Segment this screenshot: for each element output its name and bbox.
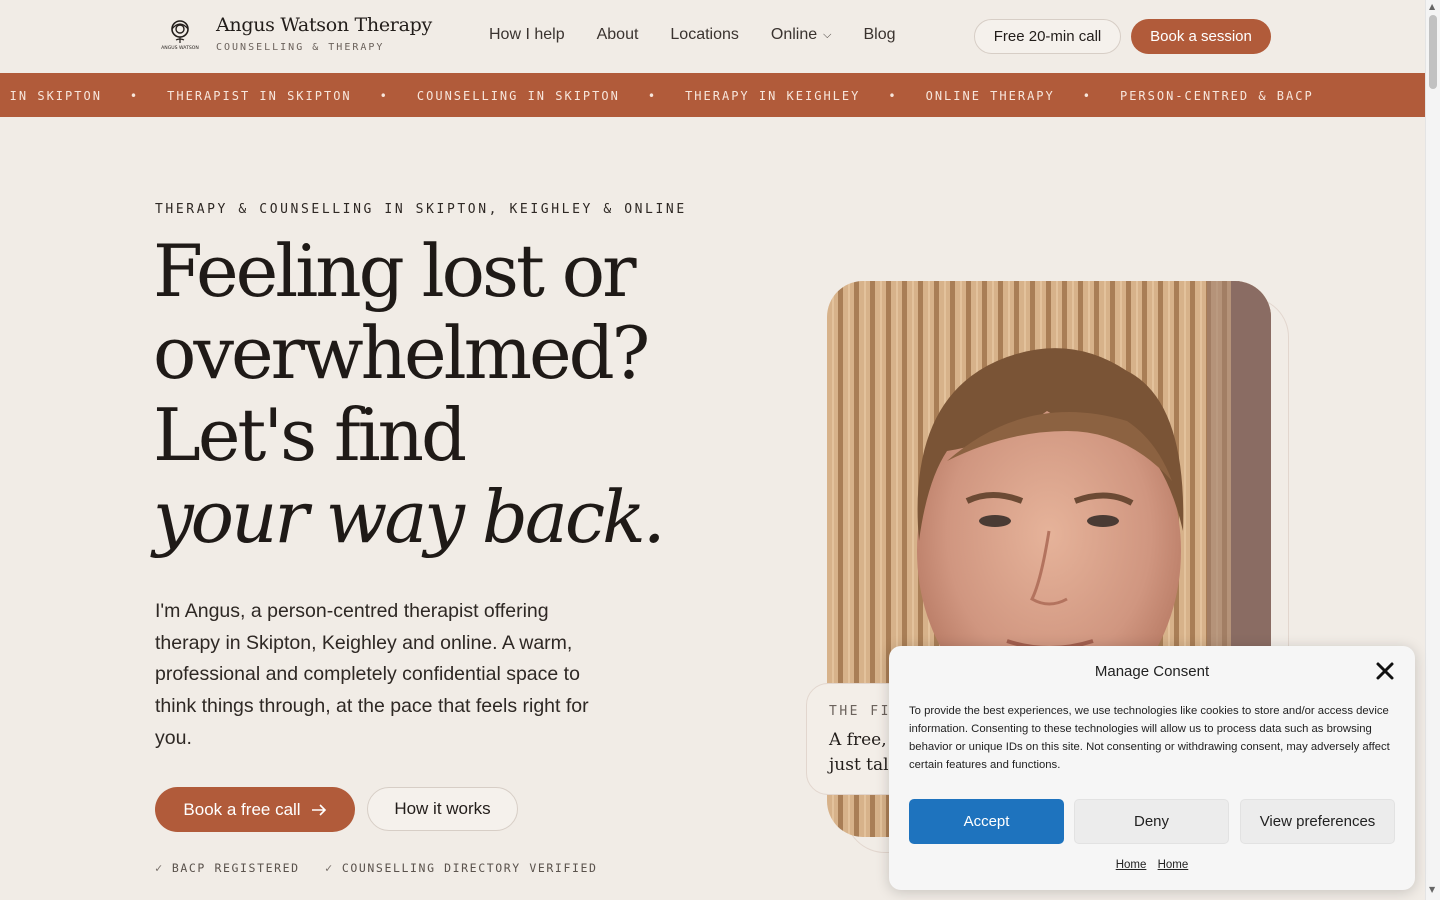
main-nav: How I help About Locations Online ⌵ Blog: [489, 26, 896, 44]
arrow-right-icon: [311, 803, 326, 816]
close-icon[interactable]: [1375, 661, 1395, 681]
intro-call-label: THE FI: [829, 704, 891, 719]
site-header: ANGUS WATSON Angus Watson Therapy COUNSE…: [0, 0, 1425, 73]
free-call-button[interactable]: Free 20-min call: [974, 19, 1121, 54]
marquee-item: PY IN SKIPTON: [0, 89, 102, 103]
marquee-separator: •: [888, 89, 898, 103]
page-scrollbar[interactable]: ▲ ▼: [1425, 0, 1440, 900]
marquee-separator: •: [129, 89, 140, 103]
scrollbar-thumb[interactable]: [1429, 15, 1437, 89]
consent-preferences-button[interactable]: View preferences: [1240, 799, 1395, 844]
consent-title: Manage Consent: [1094, 663, 1210, 680]
trust-badge-bacp: ✓ BACP REGISTERED: [155, 861, 300, 875]
nav-item-online-label: Online: [770, 26, 818, 43]
headline-line: Feeling lost or: [153, 229, 637, 313]
book-free-call-button[interactable]: Book a free call: [155, 787, 355, 832]
headline-line: Let's find: [153, 393, 467, 477]
marquee-separator: •: [1082, 89, 1092, 103]
nav-item-about[interactable]: About: [597, 26, 639, 44]
marquee-item: THERAPIST IN SKIPTON: [167, 89, 352, 103]
marquee-item: PERSON-CENTRED & BACP: [1119, 89, 1314, 103]
headline-line: overwhelmed?: [153, 311, 650, 395]
marquee-separator: •: [379, 89, 389, 103]
check-icon: ✓: [325, 861, 334, 875]
brand-logo-icon[interactable]: ANGUS WATSON: [160, 17, 200, 55]
hero-lede: I'm Angus, a person-centred therapist of…: [155, 600, 589, 749]
scroll-down-arrow-icon[interactable]: ▼: [1429, 885, 1435, 894]
marquee-item: COUNSELLING IN SKIPTON: [416, 89, 620, 103]
how-it-works-button[interactable]: How it works: [367, 787, 518, 831]
book-session-button[interactable]: Book a session: [1131, 19, 1271, 54]
cookie-consent-dialog: Manage Consent To provide the best exper…: [889, 646, 1415, 890]
nav-item-locations[interactable]: Locations: [670, 26, 739, 44]
brand-subtitle: COUNSELLING & THERAPY: [216, 42, 385, 53]
marquee-separator: •: [647, 89, 658, 103]
hero-headline: Feeling lost or overwhelmed? Let's find …: [153, 229, 666, 559]
chevron-down-icon: ⌵: [823, 29, 832, 41]
headline-italic-line: your way back.: [153, 475, 666, 559]
book-free-call-label: Book a free call: [183, 799, 301, 819]
nav-item-online[interactable]: Online ⌵: [771, 26, 832, 44]
consent-link-home[interactable]: Home: [1158, 859, 1189, 871]
marquee-item: ONLINE THERAPY: [925, 89, 1055, 103]
marquee-item: THERAPY IN KEIGHLEY: [685, 89, 861, 103]
trust-badge-label: COUNSELLING DIRECTORY VERIFIED: [341, 861, 598, 875]
trust-badge-label: BACP REGISTERED: [171, 861, 300, 875]
scroll-up-arrow-icon[interactable]: ▲: [1429, 2, 1435, 11]
check-icon: ✓: [155, 861, 164, 875]
consent-deny-button[interactable]: Deny: [1074, 799, 1229, 844]
logo-wordmark: ANGUS WATSON: [161, 45, 199, 51]
consent-link-home[interactable]: Home: [1116, 859, 1147, 871]
marquee-track: PY IN SKIPTON • THERAPIST IN SKIPTON • COUNS…: [0, 89, 1314, 103]
hero-eyebrow: THERAPY & COUNSELLING IN SKIPTON, KEIGHL…: [155, 202, 687, 217]
consent-links: Home Home: [889, 859, 1415, 871]
marquee-band: PY IN SKIPTON • THERAPIST IN SKIPTON • COUNS…: [0, 73, 1425, 117]
brand-title[interactable]: Angus Watson Therapy: [216, 14, 432, 36]
nav-item-how-i-help[interactable]: How I help: [489, 26, 565, 44]
nav-item-blog[interactable]: Blog: [864, 26, 896, 44]
trust-badge-directory: ✓ COUNSELLING DIRECTORY VERIFIED: [325, 861, 598, 875]
consent-body-text: To provide the best experiences, we use …: [909, 705, 1390, 771]
consent-accept-button[interactable]: Accept: [909, 799, 1064, 844]
